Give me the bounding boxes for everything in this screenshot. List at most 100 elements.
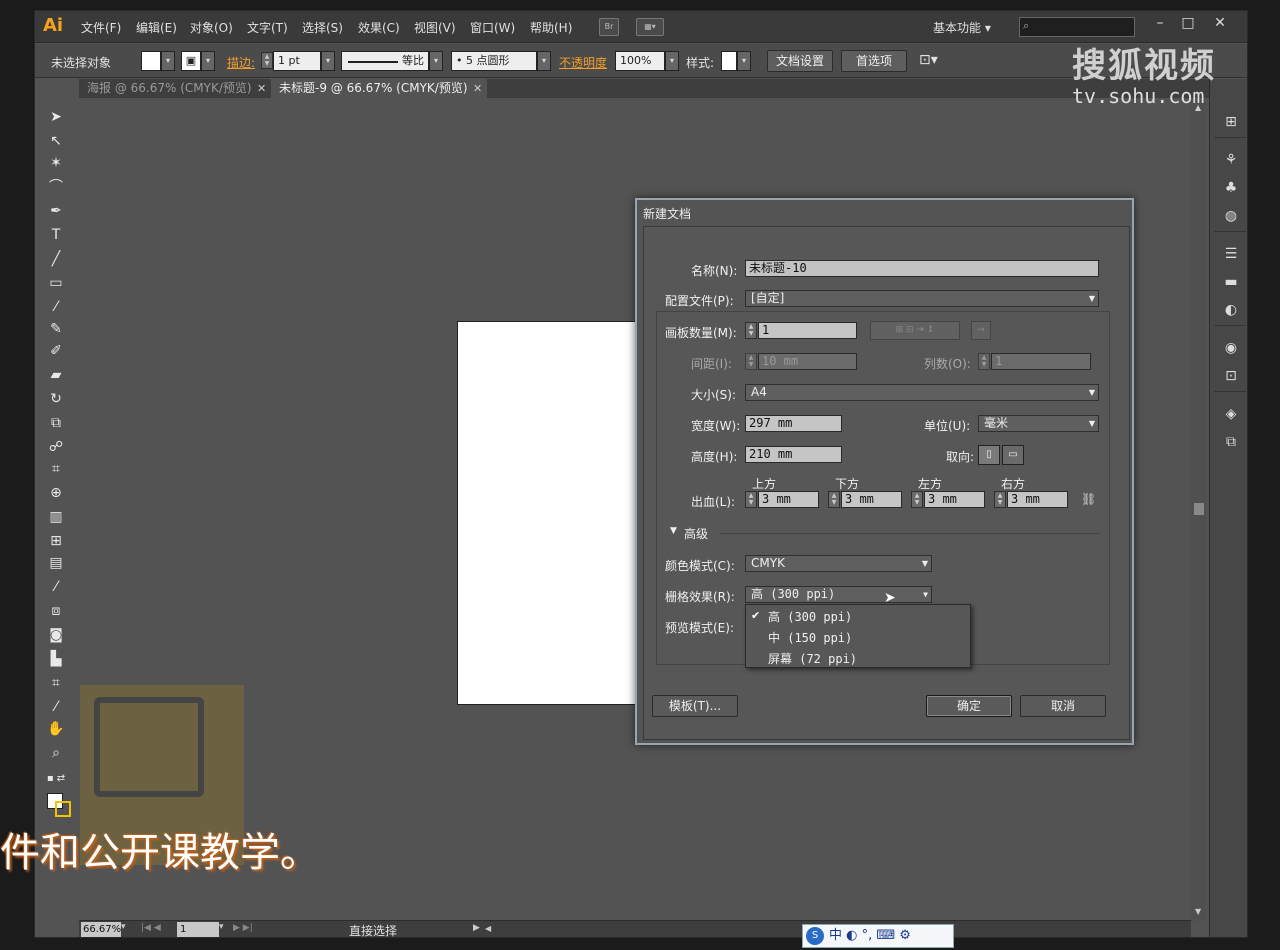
- menu-type[interactable]: 文字(T): [247, 19, 288, 36]
- bleed-bottom-input[interactable]: 3 mm: [841, 491, 902, 508]
- ime-logo-icon[interactable]: S: [806, 927, 824, 945]
- menu-object[interactable]: 对象(O): [190, 19, 233, 36]
- menu-window[interactable]: 窗口(W): [470, 19, 515, 36]
- advanced-label[interactable]: 高级: [684, 525, 708, 542]
- option-high-300ppi[interactable]: 高 (300 ppi): [768, 608, 852, 625]
- close-button[interactable]: ✕: [1207, 14, 1233, 34]
- portrait-orientation-icon[interactable]: ▯: [978, 445, 1000, 465]
- rotate-tool-icon[interactable]: ↻: [45, 389, 67, 409]
- stroke-profile-select[interactable]: 等比: [341, 51, 429, 71]
- fill-dropdown[interactable]: ▾: [161, 51, 175, 71]
- zoom-dropdown-icon[interactable]: ▾: [121, 922, 126, 932]
- maximize-button[interactable]: □: [1175, 14, 1201, 34]
- stroke-swatch[interactable]: ▣: [181, 51, 201, 71]
- stroke-color-icon[interactable]: [55, 801, 71, 817]
- align-panel-icon[interactable]: ⊡: [1220, 365, 1242, 387]
- menu-view[interactable]: 视图(V): [414, 19, 456, 36]
- magic-wand-tool-icon[interactable]: ✶: [45, 153, 67, 173]
- profile-select[interactable]: [自定] ▼: [745, 290, 1099, 307]
- eyedropper-tool-icon[interactable]: ⁄: [45, 577, 67, 597]
- stroke-profile-dropdown[interactable]: ▾: [429, 51, 443, 71]
- zoom-tool-icon[interactable]: ⌕: [45, 743, 67, 763]
- blob-brush-tool-icon[interactable]: ✐: [45, 341, 67, 361]
- pencil-tool-icon[interactable]: ✎: [45, 319, 67, 339]
- free-transform-tool-icon[interactable]: ⌗: [45, 459, 67, 479]
- collapse-advanced-icon[interactable]: ▼: [670, 526, 677, 536]
- height-input[interactable]: 210 mm: [745, 446, 842, 463]
- tab-close-icon[interactable]: ✕: [473, 82, 482, 95]
- zoom-level-input[interactable]: 66.67%: [81, 922, 121, 937]
- ime-toolbar[interactable]: S 中 ◐ °, ⌨ ⚙: [802, 924, 954, 948]
- color-mode-select[interactable]: CMYK ▼: [745, 555, 932, 572]
- brush-dropdown[interactable]: ▾: [537, 51, 551, 71]
- scale-tool-icon[interactable]: ⧉: [45, 413, 67, 433]
- bleed-left-input[interactable]: 3 mm: [924, 491, 985, 508]
- artboards-input[interactable]: 1: [758, 322, 857, 339]
- opacity-input[interactable]: 100%: [615, 51, 665, 71]
- bridge-button[interactable]: Br: [599, 18, 619, 36]
- tab-poster[interactable]: 海报 @ 66.67% (CMYK/预览): [79, 79, 269, 98]
- workspace-switcher[interactable]: 基本功能 ▾: [933, 19, 991, 36]
- bleed-right-stepper[interactable]: ▲ ▼: [994, 491, 1006, 508]
- landscape-orientation-icon[interactable]: ▭: [1002, 445, 1024, 465]
- raster-effects-select[interactable]: 高 (300 ppi) ▼: [745, 586, 932, 603]
- artboards-stepper[interactable]: ▲ ▼: [745, 322, 757, 339]
- scroll-left-icon[interactable]: ◀: [485, 924, 491, 933]
- tab-close-icon[interactable]: ✕: [257, 82, 266, 95]
- bleed-right-input[interactable]: 3 mm: [1007, 491, 1068, 508]
- pathfinder-panel-icon[interactable]: ⧉: [1220, 431, 1242, 453]
- vertical-scrollbar[interactable]: ▲ ▼: [1191, 99, 1207, 921]
- blend-tool-icon[interactable]: ⧈: [45, 601, 67, 621]
- ime-status[interactable]: 中 ◐ °, ⌨ ⚙: [829, 925, 911, 947]
- default-colors-icon[interactable]: ▪ ⇄: [45, 769, 67, 789]
- hand-tool-icon[interactable]: ✋: [45, 719, 67, 739]
- artboard-number-input[interactable]: 1: [177, 922, 219, 937]
- bleed-top-input[interactable]: 3 mm: [758, 491, 819, 508]
- stroke-weight-stepper[interactable]: ▲ ▼: [261, 52, 273, 69]
- panel-menu-icon[interactable]: ⊡▾: [919, 52, 938, 68]
- layers-panel-icon[interactable]: ◈: [1220, 403, 1242, 425]
- line-tool-icon[interactable]: ╱: [45, 249, 67, 269]
- scroll-thumb[interactable]: [1194, 503, 1204, 515]
- scroll-down-icon[interactable]: ▼: [1195, 907, 1201, 916]
- gradient-tool-icon[interactable]: ▤: [45, 553, 67, 573]
- option-medium-150ppi[interactable]: 中 (150 ppi): [768, 629, 852, 646]
- opacity-dropdown[interactable]: ▾: [665, 51, 679, 71]
- graphic-style-dropdown[interactable]: ▾: [737, 51, 751, 71]
- rectangle-tool-icon[interactable]: ▭: [45, 273, 67, 293]
- direct-selection-tool-icon[interactable]: ↖: [45, 131, 67, 151]
- symbol-sprayer-tool-icon[interactable]: ◙: [45, 625, 67, 645]
- column-graph-tool-icon[interactable]: ▙: [45, 649, 67, 669]
- selection-tool-icon[interactable]: ➤: [45, 107, 67, 127]
- gradient-panel-icon[interactable]: ▬: [1220, 271, 1242, 293]
- appearance-panel-icon[interactable]: ◉: [1220, 337, 1242, 359]
- tab-untitled-9[interactable]: 未标题-9 @ 66.67% (CMYK/预览): [271, 79, 487, 98]
- lasso-tool-icon[interactable]: ⌒: [45, 177, 67, 197]
- document-setup-button[interactable]: 文档设置: [767, 50, 833, 72]
- next-page-icon[interactable]: ▶ ▶|: [233, 923, 253, 933]
- size-select[interactable]: A4 ▼: [745, 384, 1099, 401]
- artboard-layout-icons[interactable]: ⊞ ⊟ ⇥ ↕: [870, 321, 960, 340]
- menu-help[interactable]: 帮助(H): [530, 19, 572, 36]
- symbols-panel-icon[interactable]: ♣: [1220, 177, 1242, 199]
- bleed-top-stepper[interactable]: ▲ ▼: [745, 491, 757, 508]
- name-input[interactable]: 未标题-10: [745, 260, 1099, 277]
- shape-builder-tool-icon[interactable]: ⊕: [45, 483, 67, 503]
- graphic-style-swatch[interactable]: [721, 51, 737, 71]
- ok-button[interactable]: 确定: [926, 695, 1012, 717]
- stroke-label[interactable]: 描边:: [227, 54, 255, 71]
- stroke-swatch-dropdown[interactable]: ▾: [201, 51, 215, 71]
- menu-effect[interactable]: 效果(C): [358, 19, 400, 36]
- artboard-tool-icon[interactable]: ⌗: [45, 673, 67, 693]
- mesh-tool-icon[interactable]: ⊞: [45, 531, 67, 551]
- minimize-button[interactable]: –: [1147, 14, 1173, 34]
- brushes-panel-icon[interactable]: ⚘: [1220, 149, 1242, 171]
- menu-file[interactable]: 文件(F): [81, 19, 121, 36]
- link-bleed-icon[interactable]: ⛓: [1081, 492, 1096, 506]
- preferences-button[interactable]: 首选项: [841, 50, 907, 72]
- fill-swatch[interactable]: [141, 51, 161, 71]
- width-input[interactable]: 297 mm: [745, 415, 842, 432]
- transparency-panel-icon[interactable]: ◐: [1220, 299, 1242, 321]
- stroke-weight-dropdown[interactable]: ▾: [321, 51, 335, 71]
- menu-edit[interactable]: 编辑(E): [136, 19, 177, 36]
